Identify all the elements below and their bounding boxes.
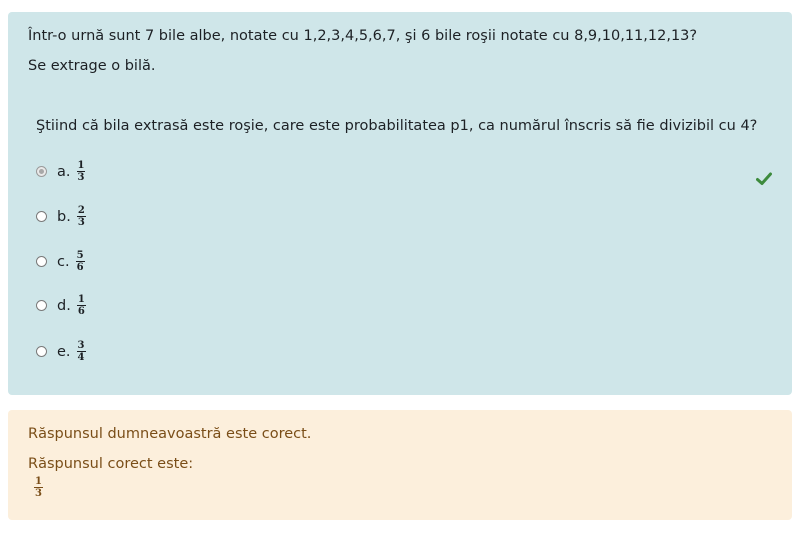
correct-answer-fraction: 1 3	[34, 476, 43, 499]
answer-option-b[interactable]: b. 2 3	[36, 205, 86, 228]
fraction-numerator: 3	[76, 340, 86, 352]
answer-option-d[interactable]: d. 1 6	[36, 294, 86, 317]
fraction-denominator: 3	[77, 172, 85, 183]
fraction-denominator: 4	[77, 352, 85, 363]
answer-letter-b: b.	[57, 208, 71, 225]
answer-option-a[interactable]: a. 1 3	[36, 160, 86, 183]
fraction-denominator: 3	[35, 488, 42, 499]
fraction-denominator: 6	[77, 306, 85, 317]
answer-letter-c: c.	[57, 253, 70, 270]
fraction-numerator: 1	[76, 294, 86, 306]
correct-answer-label: Răspunsul corect este:	[28, 456, 194, 472]
fraction-denominator: 6	[76, 262, 84, 273]
answer-letter-e: e.	[57, 343, 71, 360]
fraction-denominator: 3	[77, 217, 85, 228]
fraction-numerator: 5	[75, 250, 85, 262]
answer-fraction-d: 1 6	[76, 294, 86, 317]
feedback-panel: Răspunsul dumneavoastră este corect. Răs…	[8, 410, 792, 520]
question-text-line1: Într-o urnă sunt 7 bile albe, notate cu …	[28, 28, 698, 44]
fraction-numerator: 1	[34, 476, 43, 488]
radio-d[interactable]	[36, 300, 47, 311]
answer-fraction-b: 2 3	[76, 205, 86, 228]
question-panel: Într-o urnă sunt 7 bile albe, notate cu …	[8, 12, 792, 395]
feedback-status: Răspunsul dumneavoastră este corect.	[28, 426, 312, 442]
answer-option-c[interactable]: c. 5 6	[36, 250, 85, 273]
question-text-line2: Se extrage o bilă.	[28, 58, 156, 74]
fraction-numerator: 1	[76, 160, 86, 172]
fraction-numerator: 2	[76, 205, 86, 217]
answer-letter-d: d.	[57, 297, 71, 314]
radio-e[interactable]	[36, 346, 47, 357]
answer-letter-a: a.	[57, 163, 71, 180]
check-icon	[756, 172, 772, 185]
answer-fraction-e: 3 4	[76, 340, 86, 363]
answer-fraction-a: 1 3	[76, 160, 86, 183]
answer-fraction-c: 5 6	[75, 250, 85, 273]
radio-a[interactable]	[36, 166, 47, 177]
radio-c[interactable]	[36, 256, 47, 267]
answer-option-e[interactable]: e. 3 4	[36, 340, 86, 363]
radio-b[interactable]	[36, 211, 47, 222]
question-prompt: Ştiind că bila extrasă este roşie, care …	[36, 118, 758, 134]
